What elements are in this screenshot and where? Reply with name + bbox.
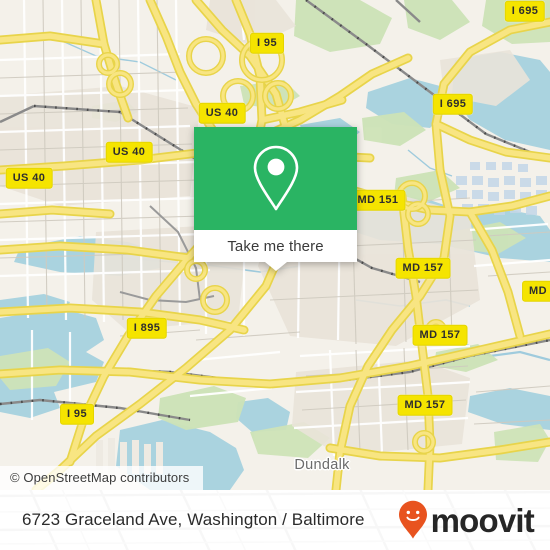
moovit-smiley-pin-icon: [398, 500, 428, 540]
location-pin-icon: [248, 143, 304, 215]
highway-shield: MD 157: [395, 257, 451, 279]
callout-header: [194, 127, 357, 230]
osm-attribution[interactable]: © OpenStreetMap contributors: [0, 466, 204, 490]
highway-shield: MD 157: [412, 324, 468, 346]
address-label: 6723 Graceland Ave, Washington / Baltimo…: [22, 510, 365, 529]
highway-shield: US 40: [198, 102, 246, 124]
highway-shield: I 95: [250, 32, 284, 54]
moovit-wordmark: moovit: [430, 501, 535, 539]
highway-shield: MD 1: [522, 280, 550, 302]
highway-shield: US 40: [105, 141, 153, 163]
highway-shield: MD 157: [397, 394, 453, 416]
moovit-brand[interactable]: moovit: [398, 500, 535, 540]
highway-shield: US 40: [5, 167, 53, 189]
highway-shield: I 695: [504, 0, 546, 22]
callout-footer[interactable]: Take me there: [194, 230, 357, 271]
place-label-dundalk: Dundalk: [294, 457, 350, 473]
moovit-map-screenshot: I 695 I 95 I 695 US 40 US 40 US 40 MD 15…: [0, 0, 550, 550]
take-me-there-button[interactable]: Take me there: [227, 238, 323, 255]
callout-tail: [264, 262, 287, 271]
footer-bar: 6723 Graceland Ave, Washington / Baltimo…: [0, 490, 550, 550]
map-canvas[interactable]: I 695 I 95 I 695 US 40 US 40 US 40 MD 15…: [0, 0, 550, 490]
highway-shield: I 695: [432, 93, 474, 115]
highway-shield: I 95: [60, 403, 94, 425]
highway-shield: MD 151: [350, 189, 406, 211]
highway-shield: I 895: [126, 317, 168, 339]
location-callout-card[interactable]: Take me there: [194, 127, 357, 271]
